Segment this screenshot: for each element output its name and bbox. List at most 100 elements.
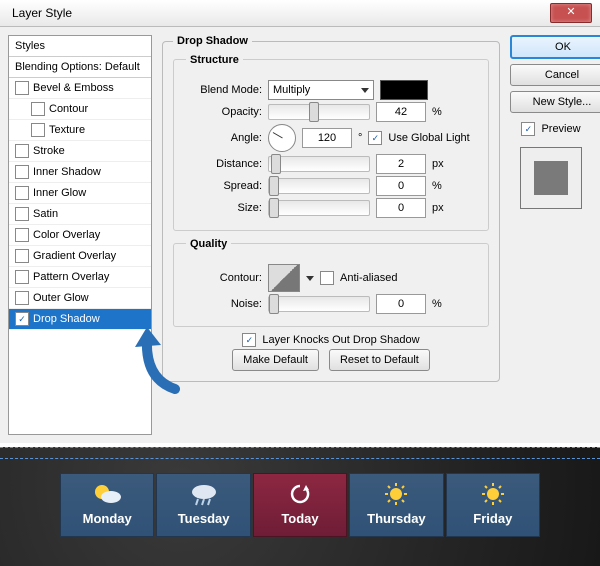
distance-slider[interactable] [268, 156, 370, 172]
size-input[interactable] [376, 198, 426, 218]
use-global-light-label: Use Global Light [388, 132, 469, 144]
day-label: Friday [447, 511, 539, 526]
dialog-title: Layer Style [12, 6, 72, 20]
style-checkbox[interactable] [31, 102, 45, 116]
anti-aliased-checkbox[interactable] [320, 271, 334, 285]
layer-style-dialog: Styles Blending Options: Default Bevel &… [0, 27, 600, 443]
style-label: Inner Shadow [33, 166, 101, 178]
style-label: Drop Shadow [33, 313, 100, 325]
style-item-outer-glow[interactable]: Outer Glow [9, 288, 151, 309]
distance-input[interactable] [376, 154, 426, 174]
angle-input[interactable] [302, 128, 352, 148]
style-item-stroke[interactable]: Stroke [9, 141, 151, 162]
opacity-slider[interactable] [268, 104, 370, 120]
spread-slider[interactable] [268, 178, 370, 194]
chevron-down-icon [361, 88, 369, 93]
spread-label: Spread: [182, 180, 262, 192]
style-label: Texture [49, 124, 85, 136]
styles-list: Styles Blending Options: Default Bevel &… [8, 35, 152, 435]
style-checkbox[interactable] [15, 249, 29, 263]
preview-checkbox[interactable]: ✓ [521, 122, 535, 136]
size-slider[interactable] [268, 200, 370, 216]
noise-slider[interactable] [268, 296, 370, 312]
day-label: Monday [61, 511, 153, 526]
style-checkbox[interactable] [15, 165, 29, 179]
chevron-down-icon[interactable] [306, 276, 314, 281]
style-label: Contour [49, 103, 88, 115]
style-item-inner-shadow[interactable]: Inner Shadow [9, 162, 151, 183]
partly-cloudy-icon [89, 482, 125, 506]
structure-heading: Structure [186, 54, 243, 66]
make-default-button[interactable]: Make Default [232, 349, 319, 371]
close-button[interactable]: ✕ [550, 3, 592, 23]
styles-header[interactable]: Styles [9, 36, 151, 57]
day-label: Today [254, 511, 346, 526]
knockout-label: Layer Knocks Out Drop Shadow [262, 334, 419, 346]
dialog-actions: OK Cancel New Style... ✓ Preview [510, 35, 592, 435]
blend-mode-label: Blend Mode: [182, 84, 262, 96]
angle-wheel[interactable] [268, 124, 296, 152]
titlebar: Layer Style ✕ [0, 0, 600, 27]
day-label: Thursday [350, 511, 442, 526]
weather-day-monday[interactable]: Monday [60, 473, 154, 537]
day-label: Tuesday [157, 511, 249, 526]
weather-day-today[interactable]: Today [253, 473, 347, 537]
reset-default-button[interactable]: Reset to Default [329, 349, 430, 371]
style-item-contour[interactable]: Contour [9, 99, 151, 120]
style-checkbox[interactable] [15, 207, 29, 221]
new-style-button[interactable]: New Style... [510, 91, 600, 113]
style-checkbox[interactable] [15, 186, 29, 200]
style-item-drop-shadow[interactable]: ✓ Drop Shadow [9, 309, 151, 330]
spread-input[interactable] [376, 176, 426, 196]
sunny-icon [378, 482, 414, 506]
style-label: Stroke [33, 145, 65, 157]
weather-widget: Monday Tuesday Today Thursday Friday [0, 459, 600, 537]
style-item-gradient-overlay[interactable]: Gradient Overlay [9, 246, 151, 267]
style-item-texture[interactable]: Texture [9, 120, 151, 141]
ok-button[interactable]: OK [510, 35, 600, 59]
style-checkbox[interactable]: ✓ [15, 312, 29, 326]
weather-day-tuesday[interactable]: Tuesday [156, 473, 250, 537]
settings-panel: Drop Shadow Structure Blend Mode: Multip… [160, 35, 502, 435]
noise-input[interactable] [376, 294, 426, 314]
cancel-button[interactable]: Cancel [510, 64, 600, 86]
blending-options[interactable]: Blending Options: Default [9, 57, 151, 78]
rain-icon [186, 482, 222, 506]
quality-heading: Quality [186, 238, 231, 250]
use-global-light-checkbox[interactable]: ✓ [368, 131, 382, 145]
style-label: Inner Glow [33, 187, 86, 199]
style-label: Outer Glow [33, 292, 89, 304]
size-label: Size: [182, 202, 262, 214]
style-checkbox[interactable] [15, 291, 29, 305]
style-checkbox[interactable] [15, 81, 29, 95]
style-checkbox[interactable] [31, 123, 45, 137]
contour-picker[interactable] [268, 264, 300, 292]
opacity-input[interactable] [376, 102, 426, 122]
preview-swatch [520, 147, 582, 209]
style-checkbox[interactable] [15, 270, 29, 284]
style-label: Color Overlay [33, 229, 100, 241]
style-item-satin[interactable]: Satin [9, 204, 151, 225]
angle-label: Angle: [182, 132, 262, 144]
contour-label: Contour: [182, 272, 262, 284]
blend-mode-select[interactable]: Multiply [268, 80, 374, 100]
canvas-area: Monday Tuesday Today Thursday Friday [0, 447, 600, 566]
selection-marquee [0, 447, 600, 459]
style-checkbox[interactable] [15, 228, 29, 242]
refresh-icon [282, 482, 318, 506]
noise-label: Noise: [182, 298, 262, 310]
weather-day-thursday[interactable]: Thursday [349, 473, 443, 537]
weather-day-friday[interactable]: Friday [446, 473, 540, 537]
style-item-color-overlay[interactable]: Color Overlay [9, 225, 151, 246]
knockout-checkbox[interactable]: ✓ [242, 333, 256, 347]
style-checkbox[interactable] [15, 144, 29, 158]
preview-label: Preview [541, 123, 580, 135]
shadow-color-swatch[interactable] [380, 80, 428, 100]
style-item-pattern-overlay[interactable]: Pattern Overlay [9, 267, 151, 288]
panel-heading: Drop Shadow [173, 35, 252, 47]
style-label: Satin [33, 208, 58, 220]
style-item-inner-glow[interactable]: Inner Glow [9, 183, 151, 204]
style-label: Gradient Overlay [33, 250, 116, 262]
opacity-label: Opacity: [182, 106, 262, 118]
style-item-bevel-emboss[interactable]: Bevel & Emboss [9, 78, 151, 99]
